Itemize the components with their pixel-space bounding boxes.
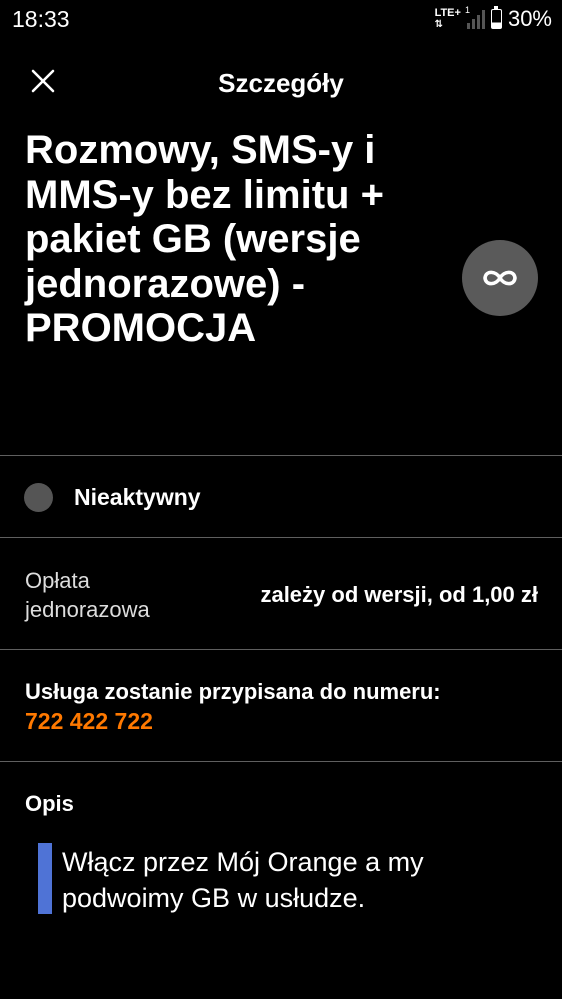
divider — [0, 761, 562, 762]
divider — [0, 537, 562, 538]
infinity-icon — [483, 270, 517, 286]
description-heading: Opis — [25, 791, 74, 816]
lte-icon: LTE+ ⇅ — [434, 7, 461, 31]
assign-label: Usługa zostanie przypisana do numeru: — [25, 679, 441, 704]
status-label: Nieaktywny — [74, 484, 201, 510]
signal-icon: 1 — [465, 5, 485, 29]
status-dot — [24, 483, 53, 512]
assigned-phone-number: 722 422 722 — [25, 708, 153, 734]
status-time: 18:33 — [12, 6, 70, 32]
app-header: Szczegóły — [0, 56, 562, 106]
divider — [0, 455, 562, 456]
description-text: Włącz przez Mój Orange a my podwoimy GB … — [62, 847, 424, 913]
offer-hero: Rozmowy, SMS-y i MMS-y bez limitu + paki… — [25, 128, 435, 351]
battery-percent: 30% — [507, 6, 552, 31]
status-indicators: LTE+ ⇅ 1 ⚡ 30% — [434, 5, 552, 32]
network-type: LTE+ — [434, 7, 461, 19]
fee-value: zależy od wersji, od 1,00 zł — [260, 582, 538, 607]
divider — [0, 649, 562, 650]
battery-icon: ⚡ — [490, 6, 502, 29]
offer-badge — [462, 240, 538, 316]
page-title: Szczegóły — [218, 68, 344, 98]
quote-bar — [38, 843, 52, 914]
fee-label: Opłata jednorazowa — [25, 568, 150, 622]
offer-title: Rozmowy, SMS-y i MMS-y bez limitu + paki… — [25, 128, 384, 350]
status-bar: 18:33 LTE+ ⇅ 1 ⚡ 30% — [0, 0, 562, 40]
